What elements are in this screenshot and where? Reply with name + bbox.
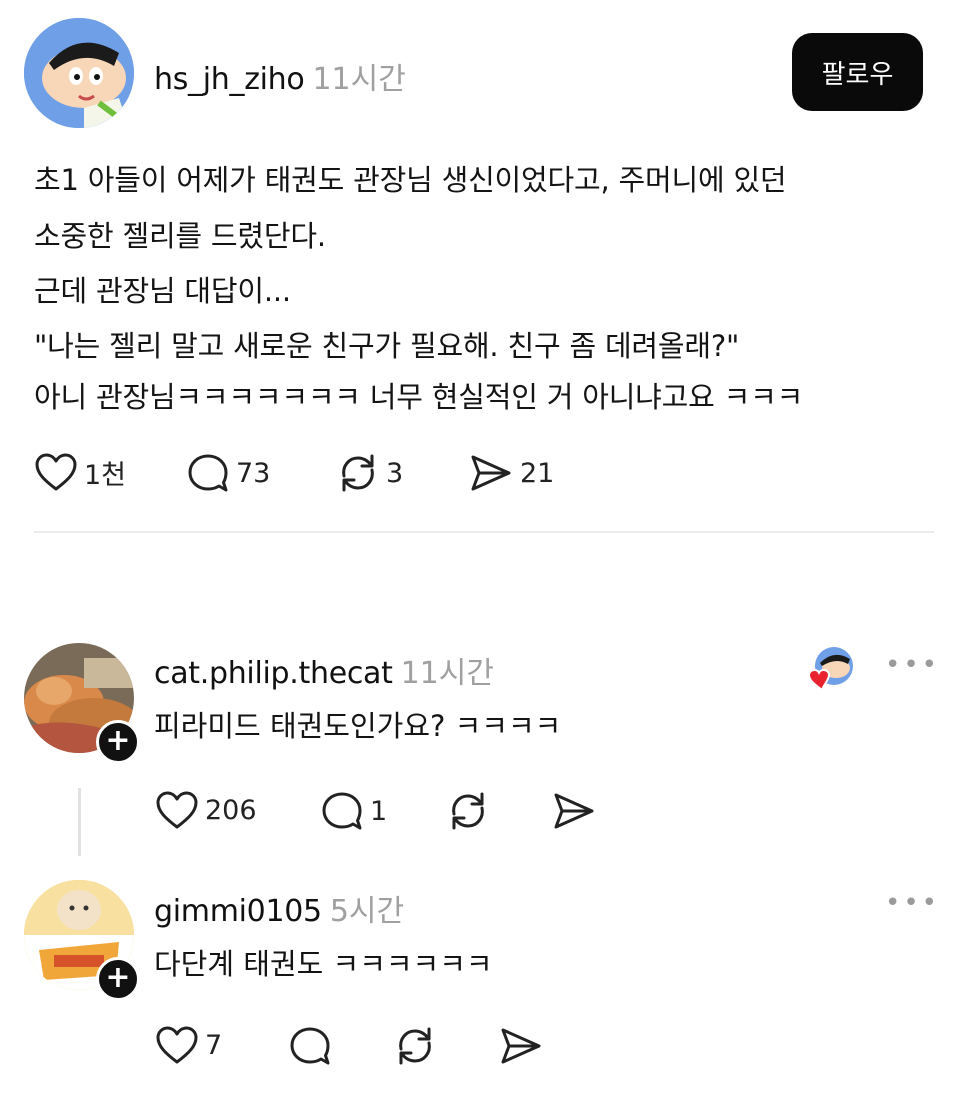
comment-share-button[interactable] (551, 790, 597, 832)
post-text-line: 아니 관장님ㅋㅋㅋㅋㅋㅋㅋ 너무 현실적인 거 아니냐고요 ㅋㅋㅋ (34, 380, 804, 414)
comment-repost-button[interactable] (393, 1025, 437, 1067)
post-author-avatar[interactable] (24, 18, 134, 128)
comment-repost-button[interactable] (446, 790, 490, 832)
post-like-count: 1천 (84, 459, 127, 491)
post-share-button[interactable]: 21 (468, 452, 554, 494)
repost-icon (342, 454, 374, 492)
comment-like-button[interactable]: 7 (155, 1025, 222, 1065)
post-text-line: 소중한 젤리를 드렸단다. (34, 219, 326, 253)
post-repost-button[interactable]: 3 (336, 452, 403, 494)
post-text-line: 근데 관장님 대답이... (34, 274, 291, 308)
repost-icon (399, 1027, 431, 1065)
heart-icon (35, 453, 77, 491)
comment-bubble-icon (322, 792, 362, 830)
comment-bubble-icon (188, 454, 228, 492)
comment-reply-button[interactable] (288, 1025, 332, 1067)
comment-header: gimmi0105 5시간 (154, 886, 404, 929)
post-text-line: 초1 아들이 어제가 태권도 관장님 생신이었다고, 주머니에 있던 (34, 163, 787, 197)
post-header: hs_jh_ziho 11시간 (154, 54, 406, 97)
send-icon (554, 793, 594, 829)
post-repost-count: 3 (386, 457, 404, 489)
author-liked-avatar (807, 646, 853, 692)
comment-text: 다단계 태권도 ㅋㅋㅋㅋㅋㅋ (154, 947, 493, 981)
comment-reply-count: 1 (370, 795, 388, 827)
more-icon[interactable]: ••• (885, 650, 940, 680)
send-icon (501, 1028, 541, 1064)
comment-reply-button[interactable]: 1 (320, 790, 387, 832)
comment-bubble-icon (290, 1027, 330, 1065)
comment-text: 피라미드 태권도인가요? ㅋㅋㅋㅋ (154, 709, 562, 743)
post-text-line: "나는 젤리 말고 새로운 친구가 필요해. 친구 좀 데려올래?" (34, 329, 740, 363)
post-comment-count: 73 (236, 457, 271, 489)
comment-username[interactable]: gimmi0105 (154, 894, 322, 929)
post-comment-button[interactable]: 73 (186, 452, 270, 494)
comment-timestamp: 5시간 (329, 894, 405, 929)
repost-icon (452, 792, 484, 830)
thread-line (78, 788, 81, 856)
post-timestamp: 11시간 (312, 62, 406, 97)
follow-plus-icon[interactable]: + (96, 720, 140, 764)
comment-username[interactable]: cat.philip.thecat (154, 656, 393, 691)
send-icon (471, 455, 511, 491)
heart-icon (156, 791, 198, 829)
comment-like-count: 206 (205, 794, 257, 826)
post-username[interactable]: hs_jh_ziho (154, 62, 305, 97)
post-divider (34, 531, 934, 533)
heart-icon (156, 1026, 198, 1064)
post-share-count: 21 (520, 457, 555, 489)
comment-like-count: 7 (205, 1029, 223, 1061)
more-icon[interactable]: ••• (885, 888, 940, 918)
comment-share-button[interactable] (498, 1025, 544, 1067)
post-like-button[interactable]: 1천 (34, 452, 126, 492)
comment-timestamp: 11시간 (400, 656, 494, 691)
comment-header: cat.philip.thecat 11시간 (154, 648, 494, 691)
comment-like-button[interactable]: 206 (155, 790, 257, 830)
follow-plus-icon[interactable]: + (96, 957, 140, 1001)
follow-button[interactable]: 팔로우 (792, 33, 923, 111)
